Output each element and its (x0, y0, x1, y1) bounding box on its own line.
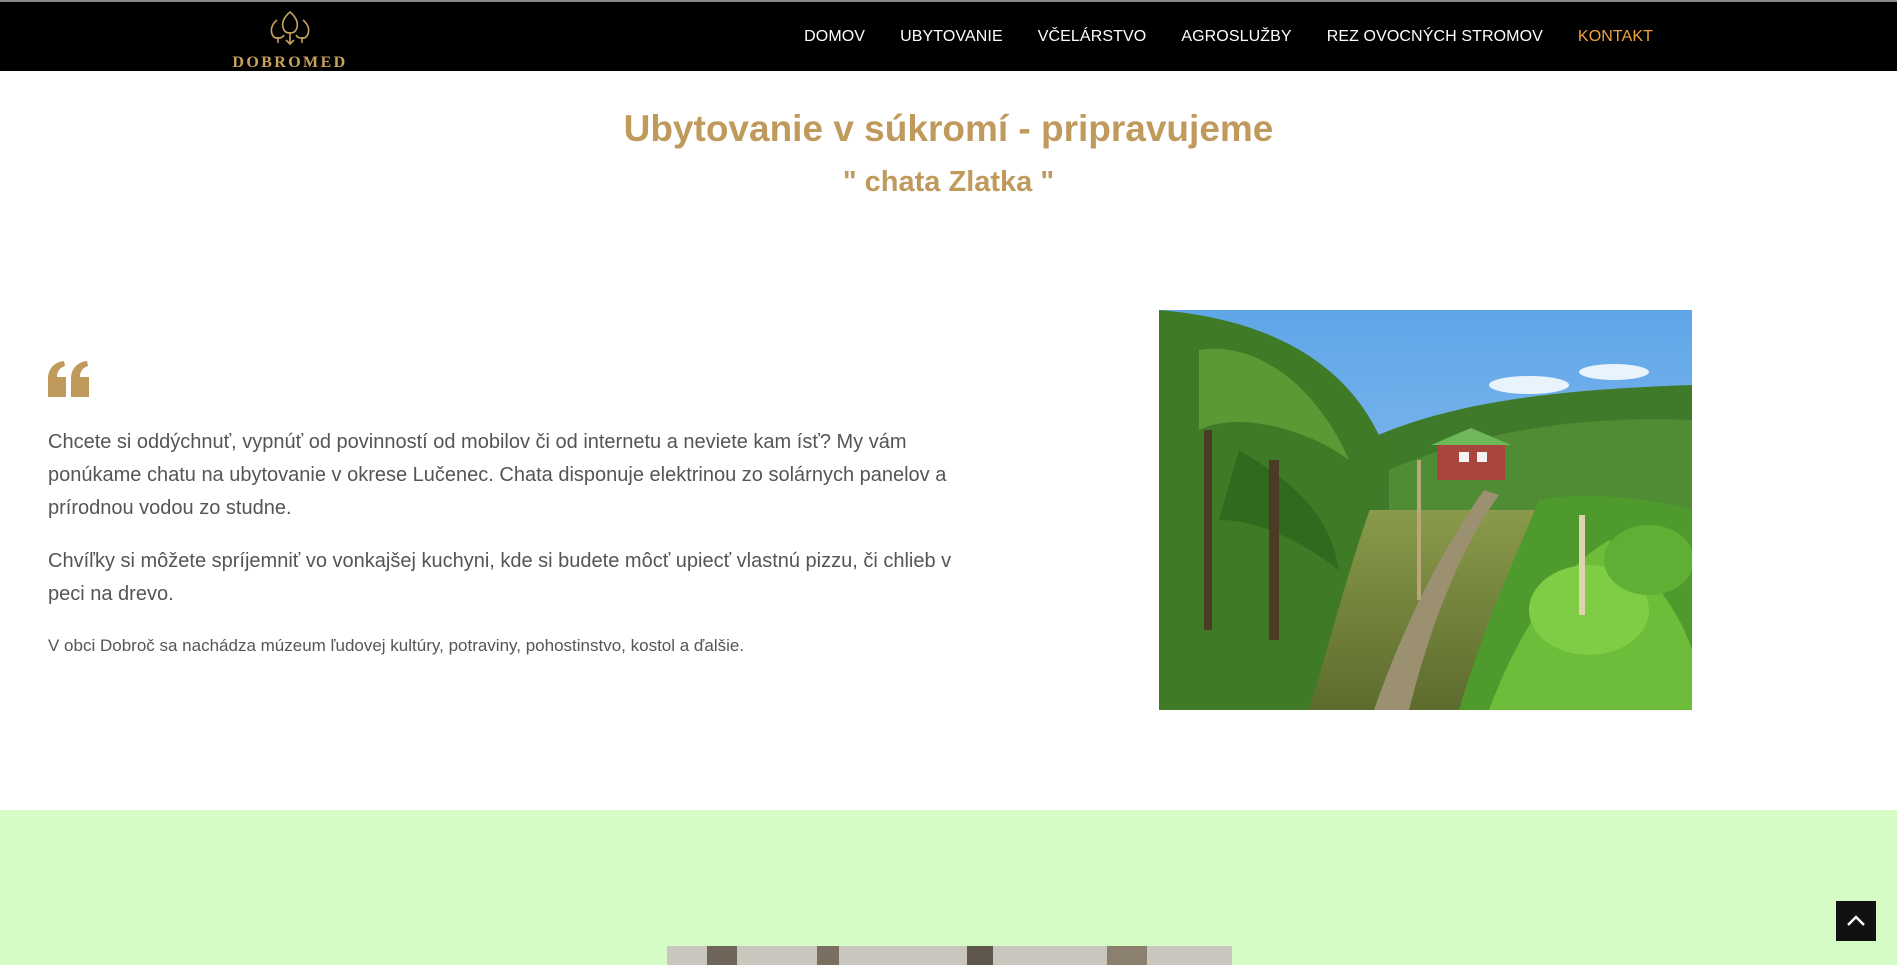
intro-paragraph: Chcete si oddýchnuť, vypnúť od povinnost… (48, 431, 947, 519)
main-navigation: DOMOV UBYTOVANIE VČELÁRSTVO AGROSLUŽBY R… (769, 2, 1653, 71)
scroll-to-top-button[interactable] (1836, 901, 1876, 941)
nav-item-agrosluzby[interactable]: AGROSLUŽBY (1181, 28, 1291, 46)
quote-icon (48, 361, 90, 402)
nav-item-vcelarstvo[interactable]: VČELÁRSTVO (1038, 28, 1147, 46)
logo-text: DOBROMED (232, 54, 348, 71)
kitchen-paragraph: Chvíľky si môžete spríjemniť vo vonkajše… (48, 550, 952, 605)
cottage-photo (1159, 310, 1692, 710)
page-title: Ubytovanie v súkromí - pripravujeme (623, 108, 1274, 149)
nav-item-ubytovanie[interactable]: UBYTOVANIE (900, 28, 1003, 46)
page-subtitle: " chata Zlatka " (842, 166, 1055, 198)
chevron-up-icon (1847, 915, 1865, 926)
nav-item-domov[interactable]: DOMOV (804, 28, 865, 46)
site-header: DOBROMED DOMOV UBYTOVANIE VČELÁRSTVO AGR… (0, 2, 1897, 71)
nav-item-kontakt[interactable]: KONTAKT (1578, 28, 1653, 46)
green-section-background (0, 810, 1897, 965)
secondary-photo (667, 946, 1232, 965)
tree-crown-logo-icon (270, 10, 310, 46)
site-logo[interactable]: DOBROMED (228, 10, 352, 71)
village-paragraph: V obci Dobroč sa nachádza múzeum ľudovej… (48, 636, 745, 655)
nav-item-rez-ovocnych-stromov[interactable]: REZ OVOCNÝCH STROMOV (1327, 28, 1543, 46)
